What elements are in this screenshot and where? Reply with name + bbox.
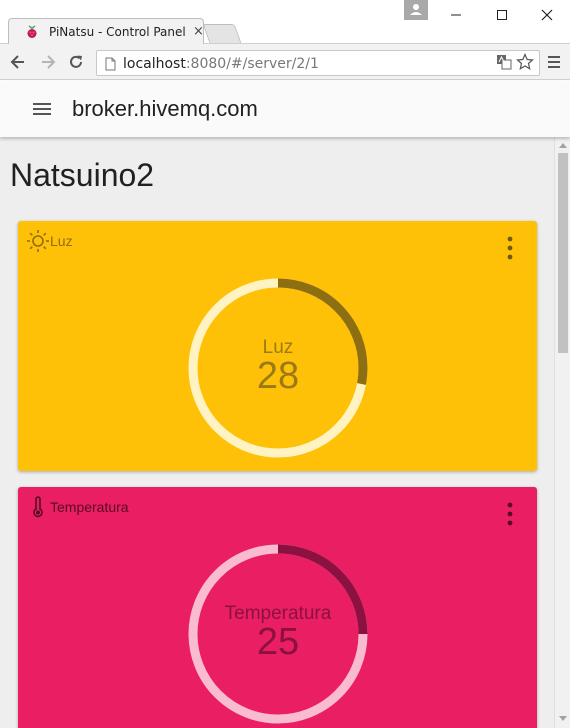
gauge-luz: Luz 28 xyxy=(183,273,373,463)
card-label: Luz xyxy=(50,233,73,249)
card-label: Temperatura xyxy=(50,499,129,515)
translate-icon xyxy=(497,55,512,70)
close-window-button[interactable] xyxy=(527,0,567,30)
url-text: localhost:8080/#/server/2/1 xyxy=(123,56,319,72)
toolbar-title: broker.hivemq.com xyxy=(72,96,258,121)
more-vert-icon[interactable] xyxy=(502,501,518,527)
sensor-card-luz: Luz Luz 28 xyxy=(18,221,537,471)
page-title: Natsuino2 xyxy=(10,157,155,193)
main-content: Natsuino2 Luz Luz 28 Temperatura Tempera… xyxy=(0,137,554,728)
person-icon xyxy=(410,4,422,15)
browser-titlebar: PiNatsu - Control Panel × xyxy=(0,0,570,45)
reload-button[interactable] xyxy=(66,52,86,72)
profile-button[interactable] xyxy=(404,0,428,20)
minimize-button[interactable] xyxy=(436,0,476,30)
app-menu-button[interactable] xyxy=(30,99,54,119)
browser-navbar: localhost:8080/#/server/2/1 xyxy=(0,44,570,80)
sensor-card-temperatura: Temperatura Temperatura 25 xyxy=(18,487,537,728)
browser-menu-button[interactable] xyxy=(544,52,564,72)
scroll-thumb[interactable] xyxy=(558,153,568,353)
thermometer-icon xyxy=(33,496,43,518)
gauge-temperatura: Temperatura 25 xyxy=(183,539,373,728)
forward-button[interactable] xyxy=(38,52,58,72)
hamburger-icon xyxy=(33,103,51,115)
more-vert-icon[interactable] xyxy=(502,235,518,261)
address-bar[interactable]: localhost:8080/#/server/2/1 xyxy=(96,50,540,76)
new-tab-button[interactable] xyxy=(202,24,242,43)
arrow-right-icon xyxy=(42,55,56,69)
star-icon xyxy=(516,53,534,71)
tab-title: PiNatsu - Control Panel xyxy=(49,25,186,39)
close-icon xyxy=(541,9,553,21)
scroll-down-icon[interactable] xyxy=(558,715,568,723)
tab-close-button[interactable]: × xyxy=(193,24,204,39)
app-toolbar: broker.hivemq.com xyxy=(0,81,570,137)
raspberry-icon xyxy=(27,25,37,38)
hamburger-icon xyxy=(548,56,560,68)
maximize-button[interactable] xyxy=(482,0,522,30)
scroll-up-icon[interactable] xyxy=(558,141,568,149)
arrow-left-icon xyxy=(10,55,24,69)
bookmark-button[interactable] xyxy=(515,52,535,72)
gauge-value: 28 xyxy=(256,355,300,397)
translate-button[interactable] xyxy=(494,52,514,72)
browser-tab[interactable]: PiNatsu - Control Panel × xyxy=(8,18,204,45)
back-button[interactable] xyxy=(8,52,28,72)
sun-icon xyxy=(27,230,49,252)
scrollbar[interactable] xyxy=(554,137,570,728)
maximize-icon xyxy=(497,10,507,20)
reload-icon xyxy=(70,55,82,68)
gauge-value: 25 xyxy=(256,621,300,663)
page-icon xyxy=(105,57,116,71)
minimize-icon xyxy=(451,14,461,16)
